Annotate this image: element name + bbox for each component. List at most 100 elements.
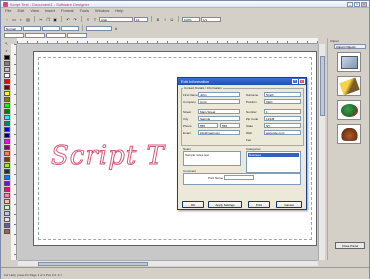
pointer-icon[interactable]: ↖ bbox=[3, 41, 10, 47]
color-swatch[interactable] bbox=[3, 217, 10, 222]
color-swatch[interactable] bbox=[3, 85, 10, 90]
clipart-category-select[interactable]: Clipart Objects bbox=[334, 44, 366, 49]
font-size-select[interactable]: 12 bbox=[134, 16, 148, 22]
menu-edit[interactable]: Edit bbox=[17, 8, 24, 14]
clipart-thumbnail[interactable] bbox=[337, 76, 361, 96]
menu-format[interactable]: Format bbox=[61, 8, 74, 14]
color-swatch[interactable] bbox=[3, 211, 10, 216]
color-swatch[interactable] bbox=[3, 139, 10, 144]
italic-icon[interactable]: I bbox=[162, 16, 168, 22]
color-swatch[interactable] bbox=[3, 91, 10, 96]
color-swatch[interactable] bbox=[3, 115, 10, 120]
city-field[interactable]: Sample bbox=[198, 116, 240, 121]
color-swatch[interactable] bbox=[3, 187, 10, 192]
first-name-field[interactable]: John bbox=[198, 92, 240, 97]
clipart-thumbnail[interactable] bbox=[337, 52, 361, 72]
color-swatch[interactable] bbox=[3, 145, 10, 150]
color-swatch[interactable] bbox=[3, 103, 10, 108]
menu-tools[interactable]: Tools bbox=[80, 8, 89, 14]
surname-field[interactable]: Smith bbox=[264, 92, 301, 97]
color-swatch[interactable] bbox=[3, 97, 10, 102]
cut-icon[interactable]: ✂ bbox=[38, 16, 44, 22]
help-button[interactable]: ? bbox=[292, 79, 298, 84]
dialog-close-button[interactable]: × bbox=[299, 79, 305, 84]
open-icon[interactable]: ▭ bbox=[11, 16, 17, 22]
save-icon[interactable]: ▪ bbox=[18, 16, 24, 22]
scale-input[interactable] bbox=[67, 32, 87, 38]
zoom-select[interactable]: 100% bbox=[182, 16, 200, 22]
apply-settings-button[interactable]: Apply Settings bbox=[208, 201, 242, 208]
color-swatch[interactable] bbox=[3, 163, 10, 168]
color-swatch[interactable] bbox=[3, 199, 10, 204]
menu-insert[interactable]: Insert bbox=[45, 8, 55, 14]
color-swatch[interactable] bbox=[3, 175, 10, 180]
number-field[interactable]: 1 bbox=[264, 109, 301, 114]
color-swatch[interactable] bbox=[3, 169, 10, 174]
bold-icon[interactable]: B bbox=[155, 16, 161, 22]
vertical-scrollbar[interactable] bbox=[318, 44, 325, 260]
color-swatch[interactable] bbox=[3, 157, 10, 162]
close-button[interactable]: × bbox=[361, 2, 367, 7]
menu-help[interactable]: Help bbox=[115, 8, 123, 14]
undo-icon[interactable]: ↶ bbox=[65, 16, 71, 22]
ok-button[interactable]: OK bbox=[182, 201, 204, 208]
color-swatch[interactable] bbox=[3, 205, 10, 210]
category-item-selected[interactable]: Business bbox=[248, 153, 299, 157]
position-x-input[interactable] bbox=[4, 32, 24, 38]
position-y-input[interactable] bbox=[25, 32, 45, 38]
color-swatch[interactable] bbox=[3, 133, 10, 138]
style-select[interactable]: Normal bbox=[4, 25, 22, 31]
position-field[interactable]: CEO bbox=[264, 99, 301, 104]
color-swatch[interactable] bbox=[3, 109, 10, 114]
width-input[interactable] bbox=[42, 25, 60, 31]
cancel-button[interactable]: Cancel bbox=[276, 201, 302, 208]
page-select[interactable]: 1/1 bbox=[201, 16, 221, 22]
web-field[interactable]: www.site.com bbox=[264, 130, 301, 135]
copy-icon[interactable]: ❐ bbox=[45, 16, 51, 22]
menu-file[interactable]: File bbox=[5, 8, 11, 14]
categories-list[interactable]: Business bbox=[246, 151, 301, 173]
height-input[interactable] bbox=[61, 25, 79, 31]
scroll-thumb[interactable] bbox=[38, 262, 148, 266]
maximize-button[interactable]: □ bbox=[354, 2, 360, 7]
color-swatch[interactable] bbox=[3, 193, 10, 198]
color-swatch[interactable] bbox=[3, 127, 10, 132]
color-swatch[interactable] bbox=[3, 73, 10, 78]
email-field[interactable]: info@mail.com bbox=[198, 130, 240, 135]
align-left-icon[interactable]: ≡ bbox=[85, 16, 91, 22]
size-input[interactable] bbox=[23, 25, 41, 31]
option-select[interactable] bbox=[86, 25, 112, 31]
color-swatch[interactable] bbox=[3, 121, 10, 126]
menu-view[interactable]: View bbox=[30, 8, 39, 14]
underline-icon[interactable]: U bbox=[169, 16, 175, 22]
print-icon[interactable]: ▤ bbox=[25, 16, 31, 22]
scroll-thumb[interactable] bbox=[320, 56, 325, 116]
clipart-thumbnail[interactable] bbox=[337, 124, 361, 144]
color-swatch[interactable] bbox=[3, 67, 10, 72]
minimize-button[interactable]: _ bbox=[347, 2, 353, 7]
color-swatch[interactable] bbox=[3, 79, 10, 84]
paste-icon[interactable]: ▣ bbox=[52, 16, 58, 22]
close-panel-button[interactable]: Close Panel bbox=[335, 242, 365, 249]
street-field[interactable]: Main Street bbox=[198, 109, 240, 114]
zoom-icon[interactable]: ⌕ bbox=[3, 48, 10, 54]
color-swatch[interactable] bbox=[3, 151, 10, 156]
color-swatch[interactable] bbox=[3, 61, 10, 66]
menu-window[interactable]: Window bbox=[95, 8, 109, 14]
color-swatch[interactable] bbox=[3, 181, 10, 186]
state-field[interactable]: NY bbox=[264, 123, 301, 128]
horizontal-scrollbar[interactable] bbox=[18, 260, 318, 266]
print-button[interactable]: Print bbox=[248, 201, 270, 208]
print-name-field[interactable] bbox=[224, 175, 254, 180]
script-text-object[interactable]: Script T bbox=[51, 141, 165, 172]
phone-field[interactable]: 555 bbox=[198, 123, 218, 128]
clipart-thumbnail[interactable] bbox=[337, 100, 361, 120]
color-swatch[interactable] bbox=[3, 55, 10, 60]
color-swatch[interactable] bbox=[3, 223, 10, 228]
fax-field[interactable]: 556 bbox=[220, 123, 240, 128]
new-icon[interactable]: ▫ bbox=[4, 16, 10, 22]
color-swatch[interactable] bbox=[3, 229, 10, 234]
font-name-select[interactable]: Arial bbox=[99, 16, 133, 22]
redo-icon[interactable]: ↷ bbox=[72, 16, 78, 22]
zip-field[interactable]: 12345 bbox=[264, 116, 301, 121]
